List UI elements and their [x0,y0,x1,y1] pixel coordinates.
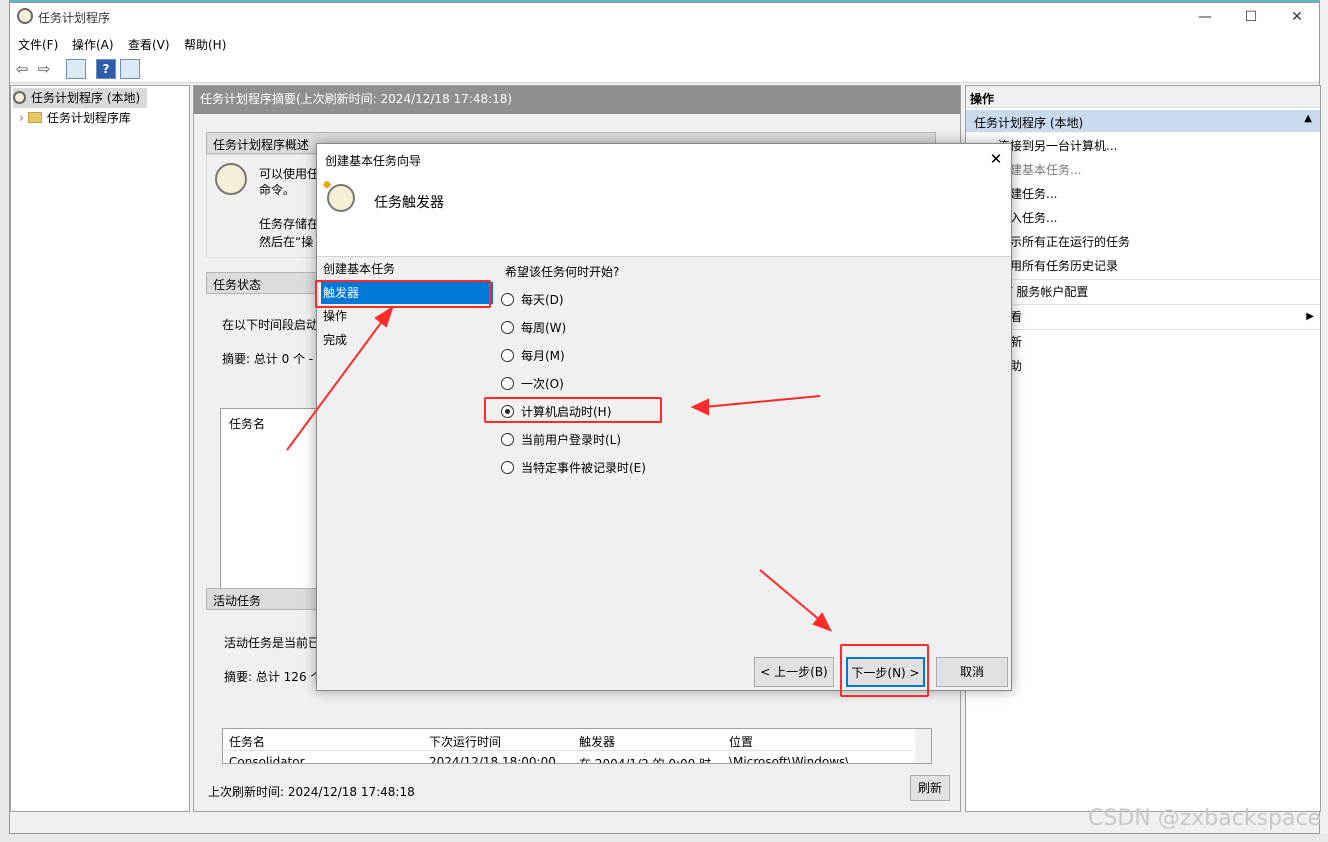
annotation-arrowhead-1 [374,305,394,328]
annotation-arrow-2 [703,395,821,408]
watermark: CSDN @zxbackspace [1088,806,1322,831]
annotation-arrows [286,305,833,632]
annotation-arrowhead-2 [690,398,709,416]
annotation-arrow-1 [286,315,387,451]
annotation-arrow-3 [759,569,823,623]
